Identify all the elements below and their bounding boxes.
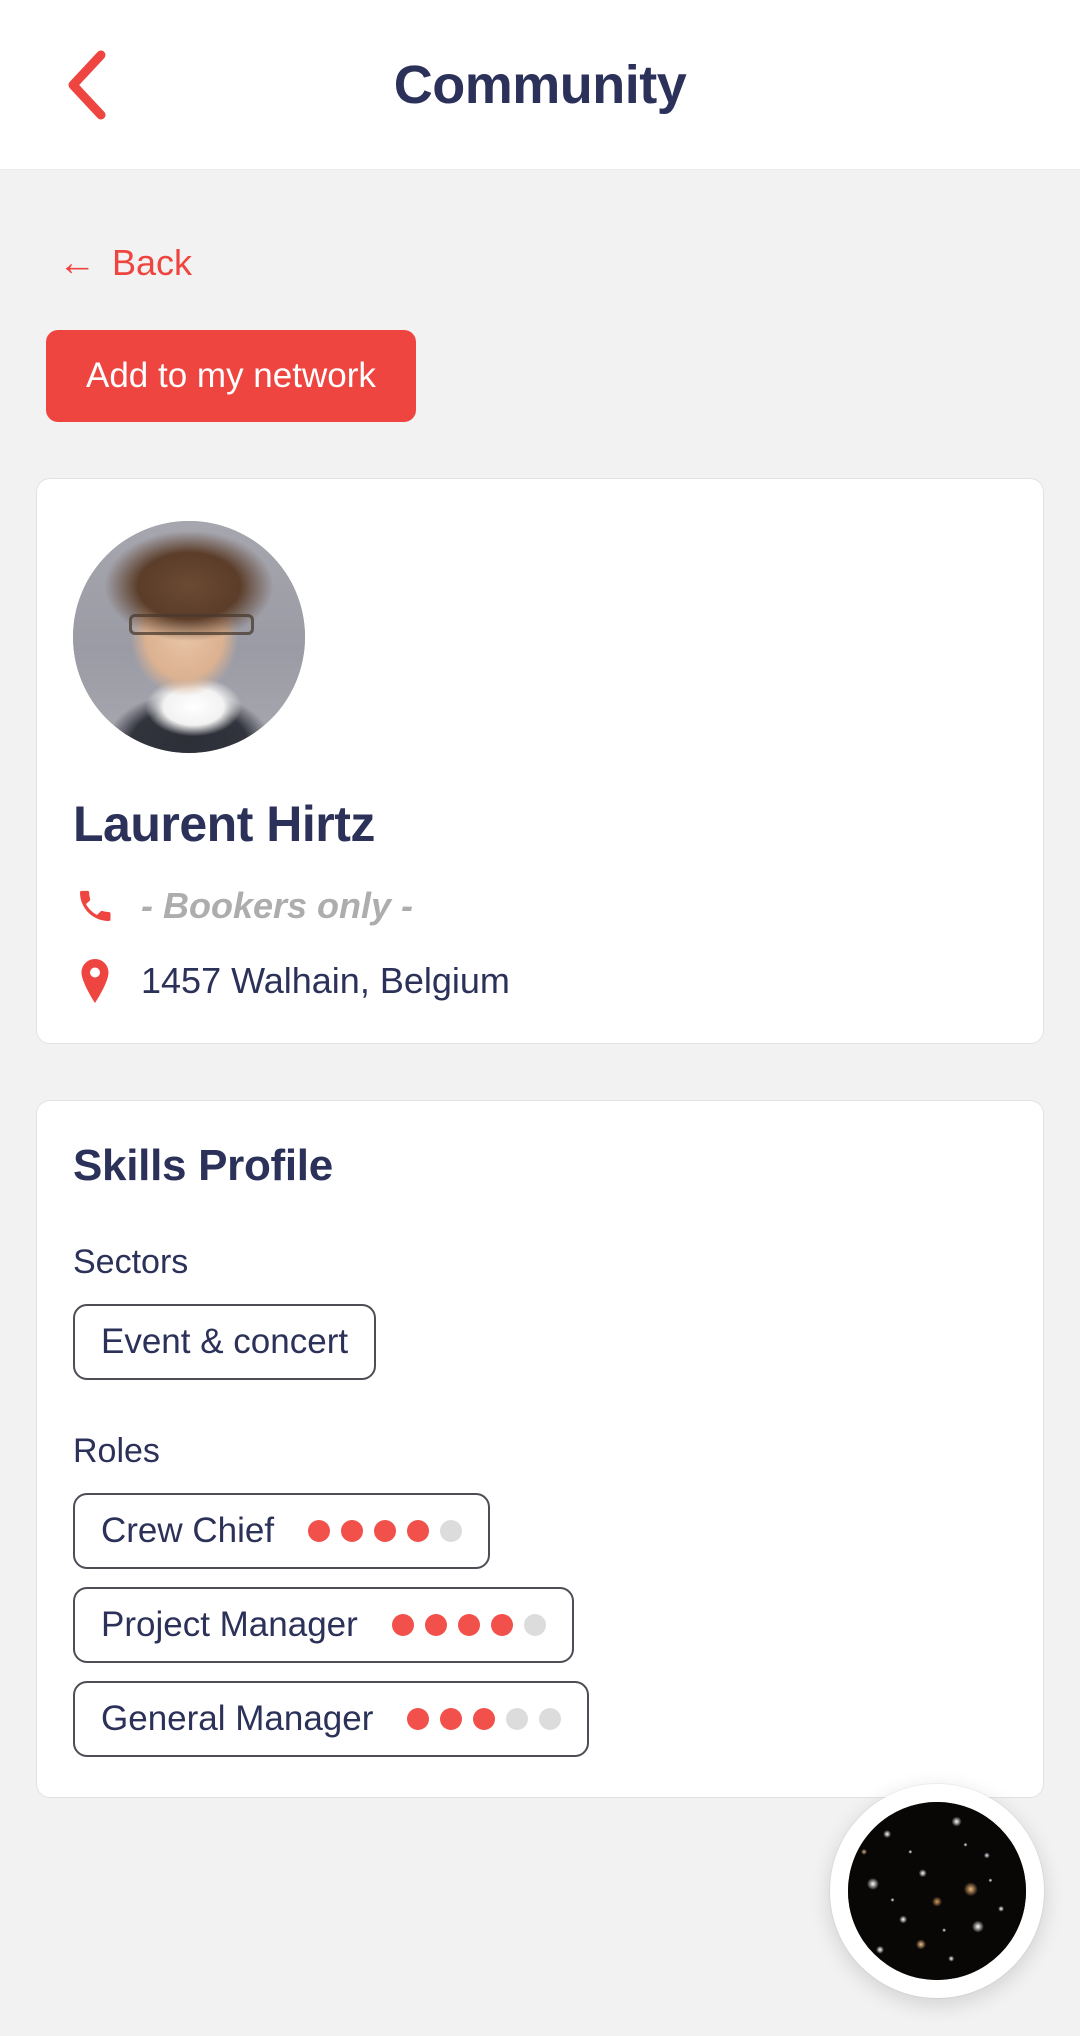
sector-chip[interactable]: Event & concert: [73, 1304, 377, 1380]
role-chip-label: Project Manager: [101, 1605, 358, 1644]
avatar[interactable]: [73, 521, 305, 753]
phone-row: - Bookers only -: [73, 885, 1007, 927]
rating-dot-filled: [407, 1708, 430, 1730]
phone-value: - Bookers only -: [141, 885, 414, 926]
rating-dot-filled: [407, 1520, 430, 1542]
role-chip-label: General Manager: [101, 1699, 374, 1738]
chevron-left-icon: [63, 49, 109, 121]
skills-title: Skills Profile: [73, 1141, 333, 1190]
location-value: 1457 Walhain, Belgium: [141, 960, 510, 1001]
role-chip-label: Crew Chief: [101, 1511, 275, 1550]
rating-dot-filled: [473, 1708, 496, 1730]
page-title: Community: [393, 54, 687, 115]
rating-dot-filled: [374, 1520, 397, 1542]
rating-dot-empty: [523, 1614, 546, 1636]
rating-dot-filled: [341, 1520, 364, 1542]
galaxy-avatar-icon: [848, 1802, 1026, 1980]
location-pin-icon: [73, 959, 117, 1003]
roles-label: Roles: [73, 1432, 160, 1470]
role-rating-dots: [391, 1614, 546, 1636]
profile-card: Laurent Hirtz - Bookers only - 1457 Walh…: [36, 478, 1044, 1044]
sectors-list: Event & concert: [73, 1304, 1007, 1380]
app-header: Community: [0, 0, 1080, 170]
role-chip[interactable]: Crew Chief: [73, 1493, 491, 1569]
role-chip[interactable]: General Manager: [73, 1681, 590, 1757]
glasses-detail: [128, 613, 254, 635]
profile-name: Laurent Hirtz: [73, 796, 375, 852]
rating-dot-filled: [457, 1614, 480, 1636]
app-root: Community ← Back Add to my network Laure…: [0, 0, 1080, 2036]
rating-dot-filled: [424, 1614, 447, 1636]
role-rating-dots: [407, 1708, 562, 1730]
sectors-label: Sectors: [73, 1243, 189, 1281]
phone-icon: [73, 886, 117, 926]
roles-list: Crew Chief Project Manager General Manag…: [73, 1493, 1007, 1757]
header-back-button[interactable]: [62, 50, 110, 120]
rating-dot-empty: [539, 1708, 562, 1730]
page-body: ← Back Add to my network Laurent Hirtz -…: [0, 170, 1080, 2036]
rating-dot-filled: [391, 1614, 414, 1636]
location-row: 1457 Walhain, Belgium: [73, 959, 1007, 1003]
arrow-left-icon: ←: [58, 242, 96, 284]
sector-chip-label: Event & concert: [101, 1322, 349, 1361]
role-rating-dots: [308, 1520, 463, 1542]
back-link-label: Back: [112, 242, 193, 283]
rating-dot-filled: [308, 1520, 331, 1542]
rating-dot-empty: [506, 1708, 529, 1730]
rating-dot-empty: [440, 1520, 463, 1542]
rating-dot-filled: [490, 1614, 513, 1636]
role-chip[interactable]: Project Manager: [73, 1587, 574, 1663]
floating-avatar-button[interactable]: [830, 1784, 1044, 1998]
back-link[interactable]: ← Back: [36, 170, 192, 284]
avatar-photo: [73, 521, 305, 753]
rating-dot-filled: [440, 1708, 463, 1730]
starfield: [848, 1802, 1026, 1980]
add-to-network-button[interactable]: Add to my network: [46, 330, 416, 422]
skills-card: Skills Profile Sectors Event & concert R…: [36, 1100, 1044, 1798]
